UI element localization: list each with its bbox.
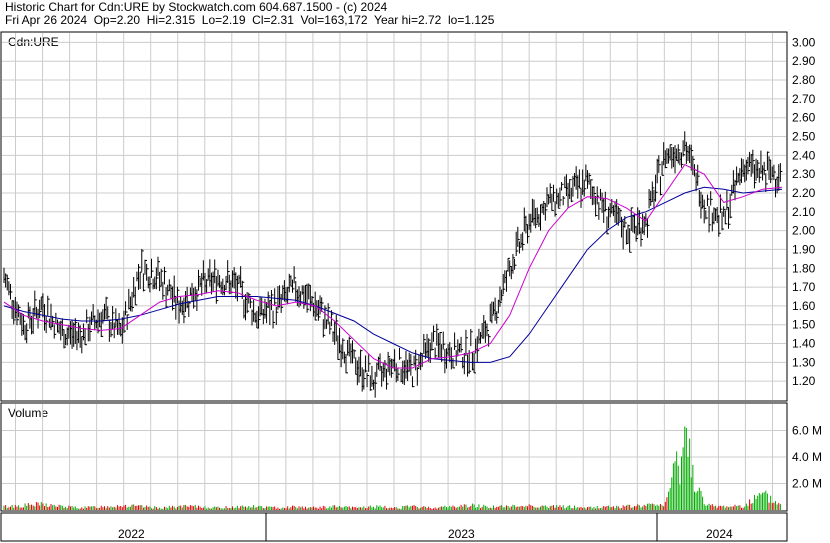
price-tick-label: 1.70 bbox=[792, 280, 816, 294]
price-tick-label: 2.60 bbox=[792, 111, 816, 125]
x-axis-label-2024: 2024 bbox=[706, 527, 733, 541]
price-tick-label: 1.50 bbox=[792, 318, 816, 332]
price-tick-label: 2.40 bbox=[792, 148, 816, 162]
volume-tick-label: 4.0 M bbox=[792, 450, 822, 464]
price-tick-label: 2.30 bbox=[792, 167, 816, 181]
x-axis-label-2023: 2023 bbox=[448, 527, 475, 541]
price-tick-label: 2.80 bbox=[792, 73, 816, 87]
volume-tick-label: 6.0 M bbox=[792, 424, 822, 438]
price-tick-label: 1.40 bbox=[792, 337, 816, 351]
price-tick-label: 2.70 bbox=[792, 92, 816, 106]
price-tick-label: 2.00 bbox=[792, 224, 816, 238]
price-tick-label: 3.00 bbox=[792, 35, 816, 49]
stock-chart: Cdn:URE 3.002.902.802.702.602.502.402.30… bbox=[0, 31, 822, 542]
price-tick-label: 1.80 bbox=[792, 261, 816, 275]
price-tick-label: 1.90 bbox=[792, 242, 816, 256]
price-tick-label: 2.10 bbox=[792, 205, 816, 219]
price-tick-label: 2.20 bbox=[792, 186, 816, 200]
price-tick-label: 2.90 bbox=[792, 54, 816, 68]
price-tick-label: 1.30 bbox=[792, 355, 816, 369]
x-axis-label-2022: 2022 bbox=[118, 527, 145, 541]
price-tick-label: 1.60 bbox=[792, 299, 816, 313]
price-axis-ticks: 3.00 2.90 2.80 2.70 2.60 2.50 2.40 2.30 2.20 2.10… bbox=[792, 35, 816, 388]
price-tick-label: 1.20 bbox=[792, 374, 816, 388]
price-tick-label: 2.50 bbox=[792, 130, 816, 144]
volume-tick-label: 2.0 M bbox=[792, 477, 822, 491]
volume-axis-ticks: 6.0 M 4.0 M 2.0 M bbox=[792, 424, 822, 491]
